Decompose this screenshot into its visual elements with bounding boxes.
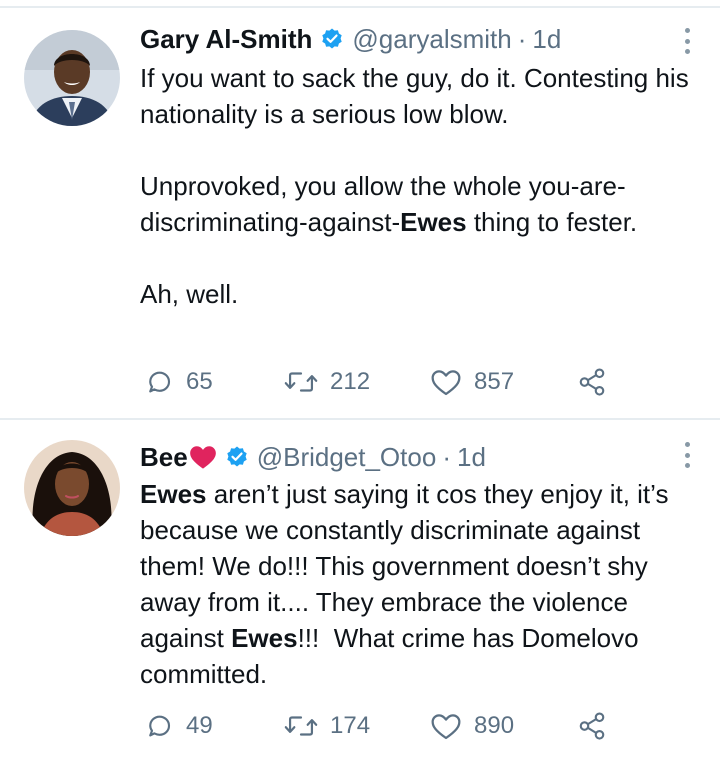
tweet-paragraph: Ewes aren’t just saying it cos they enjo… [140,479,669,689]
reply-button[interactable]: 49 [144,706,213,746]
like-button[interactable]: 890 [430,706,514,746]
share-button[interactable] [576,706,608,746]
author-handle[interactable]: @garyalsmith [352,24,511,55]
avatar-gary[interactable] [24,30,120,126]
red-heart-emoji [189,444,217,470]
author-name[interactable]: Gary Al-Smith [140,24,312,55]
bold-keyword: Ewes [140,479,207,509]
retweet-count: 212 [330,368,371,395]
tweet-time[interactable]: 1d [457,442,486,473]
tweet-1[interactable]: Gary Al-Smith @garyalsmith · 1d If you w… [0,8,720,418]
like-icon [431,370,461,396]
tweet-actions: 65 212 857 [140,362,620,402]
reply-button[interactable]: 65 [144,362,213,402]
reply-icon [149,715,171,737]
tweet-paragraph: If you want to sack the guy, do it. Cont… [140,63,689,129]
verified-badge-icon [225,445,249,469]
tweet-text: If you want to sack the guy, do it. Cont… [140,60,700,312]
retweet-button[interactable]: 212 [284,362,370,402]
like-icon [431,714,461,740]
tweet-paragraph: Unprovoked, you allow the whole you-are-… [140,171,638,237]
author-handle[interactable]: @Bridget_Otoo [257,442,437,473]
separator-dot: · [442,441,451,472]
more-options-icon[interactable] [682,28,692,54]
tweet-paragraph: Ah, well. [140,279,239,309]
separator-dot: · [517,23,527,54]
tweet-2[interactable]: Bee @Bridget_Otoo · 1d Ewes aren’t just … [0,420,720,762]
like-count: 857 [474,368,515,395]
tweet-actions: 49 174 890 [140,706,620,746]
tweet-header: Bee @Bridget_Otoo · 1d [140,440,486,474]
tweet-header: Gary Al-Smith @garyalsmith · 1d [140,22,561,56]
tweet-text: Ewes aren’t just saying it cos they enjo… [140,476,700,692]
bold-keyword: Ewes [231,623,298,653]
author-name[interactable]: Bee [140,442,188,473]
reply-icon [149,371,171,393]
reply-count: 65 [186,368,213,395]
tweet-time[interactable]: 1d [532,24,561,55]
share-icon [579,712,605,740]
bold-keyword: Ewes [400,207,467,237]
like-count: 890 [474,712,515,739]
retweet-button[interactable]: 174 [284,706,370,746]
verified-badge-icon [320,27,344,51]
share-icon [579,368,605,396]
more-options-icon[interactable] [682,442,692,468]
like-button[interactable]: 857 [430,362,514,402]
share-button[interactable] [576,362,608,402]
retweet-icon [284,716,318,736]
reply-count: 49 [186,712,213,739]
avatar-bee[interactable] [24,440,120,536]
retweet-icon [284,372,318,392]
retweet-count: 174 [330,712,371,739]
